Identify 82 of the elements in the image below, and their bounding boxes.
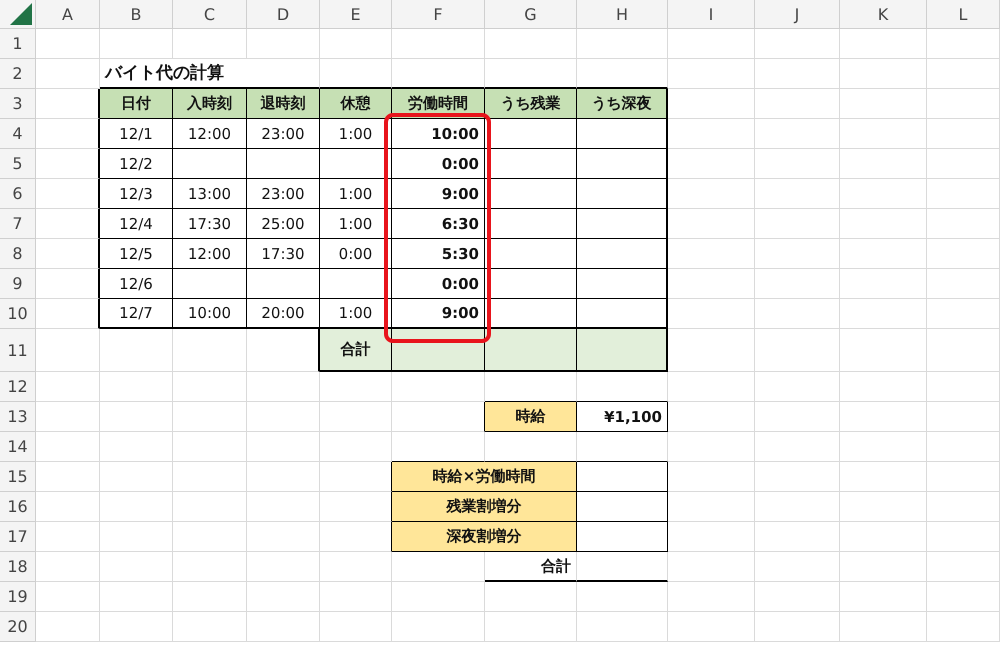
row-header[interactable]: 7	[0, 209, 36, 239]
table-cell: 12:00	[173, 239, 247, 269]
column-header[interactable]: K	[840, 0, 927, 29]
item-label: 残業割増分	[392, 492, 577, 522]
row-header[interactable]: 6	[0, 179, 36, 209]
wage-label: 時給	[485, 402, 577, 432]
row-header[interactable]: 14	[0, 432, 36, 462]
table-cell: 23:00	[247, 119, 320, 149]
column-heading: 退時刻	[247, 89, 320, 119]
column-header[interactable]: C	[173, 0, 247, 29]
empty-cell	[320, 29, 392, 59]
row-header[interactable]: 11	[0, 329, 36, 372]
total-label: 合計	[320, 329, 392, 372]
hours-cell: 6:30	[392, 209, 485, 239]
row-header[interactable]: 15	[0, 462, 36, 492]
row-header[interactable]: 9	[0, 269, 36, 299]
table-cell: 0:00	[320, 239, 392, 269]
empty-cell	[320, 612, 392, 642]
table-cell: 12/1	[100, 119, 173, 149]
column-header[interactable]: L	[927, 0, 1000, 29]
row-header[interactable]: 10	[0, 299, 36, 329]
row-header[interactable]: 8	[0, 239, 36, 269]
column-header[interactable]: A	[36, 0, 100, 29]
item-label: 深夜割増分	[392, 522, 577, 552]
empty-cell	[320, 149, 392, 179]
table-cell: 23:00	[247, 179, 320, 209]
table-cell: 12/6	[100, 269, 173, 299]
item-label: 時給×労働時間	[392, 462, 577, 492]
row-header[interactable]: 18	[0, 552, 36, 582]
hours-cell: 10:00	[392, 119, 485, 149]
column-heading: うち深夜	[577, 89, 668, 119]
empty-cell	[320, 582, 392, 612]
column-header[interactable]: D	[247, 0, 320, 29]
table-cell: 17:30	[173, 209, 247, 239]
hours-cell: 0:00	[392, 149, 485, 179]
table-cell: 12/4	[100, 209, 173, 239]
column-header[interactable]: E	[320, 0, 392, 29]
table-cell: 12/7	[100, 299, 173, 329]
table-cell: 20:00	[247, 299, 320, 329]
hours-cell: 5:30	[392, 239, 485, 269]
column-header[interactable]: I	[668, 0, 755, 29]
table-cell: 1:00	[320, 209, 392, 239]
column-heading: 日付	[100, 89, 173, 119]
row-header[interactable]: 2	[0, 59, 36, 89]
select-all-icon[interactable]	[10, 3, 32, 25]
column-header[interactable]: G	[485, 0, 577, 29]
table-cell: 13:00	[173, 179, 247, 209]
table-cell: 25:00	[247, 209, 320, 239]
hours-cell: 0:00	[392, 269, 485, 299]
column-heading: 入時刻	[173, 89, 247, 119]
table-cell: 12/3	[100, 179, 173, 209]
row-header[interactable]: 17	[0, 522, 36, 552]
empty-cell	[320, 552, 392, 582]
column-heading: うち残業	[485, 89, 577, 119]
hours-cell: 9:00	[392, 179, 485, 209]
table-cell: 12/5	[100, 239, 173, 269]
column-header[interactable]: F	[392, 0, 485, 29]
row-header[interactable]: 13	[0, 402, 36, 432]
empty-cell	[320, 269, 392, 299]
total-label: 合計	[485, 552, 577, 582]
row-header[interactable]: 20	[0, 612, 36, 642]
wage-value: ¥1,100	[577, 402, 668, 432]
table-cell: 17:30	[247, 239, 320, 269]
table-cell: 10:00	[173, 299, 247, 329]
empty-cell	[320, 432, 392, 462]
empty-cell	[320, 372, 392, 402]
row-header[interactable]: 5	[0, 149, 36, 179]
column-header[interactable]: H	[577, 0, 668, 29]
table-cell: 1:00	[320, 119, 392, 149]
column-header[interactable]: B	[100, 0, 173, 29]
table-cell: 12:00	[173, 119, 247, 149]
table-cell: 1:00	[320, 179, 392, 209]
table-cell: 12/2	[100, 149, 173, 179]
row-header[interactable]: 3	[0, 89, 36, 119]
column-heading: 休憩	[320, 89, 392, 119]
row-header[interactable]: 19	[0, 582, 36, 612]
row-header[interactable]: 16	[0, 492, 36, 522]
row-header[interactable]: 12	[0, 372, 36, 402]
empty-cell	[320, 402, 392, 432]
row-header[interactable]: 1	[0, 29, 36, 59]
column-header[interactable]: J	[755, 0, 840, 29]
row-header[interactable]: 4	[0, 119, 36, 149]
